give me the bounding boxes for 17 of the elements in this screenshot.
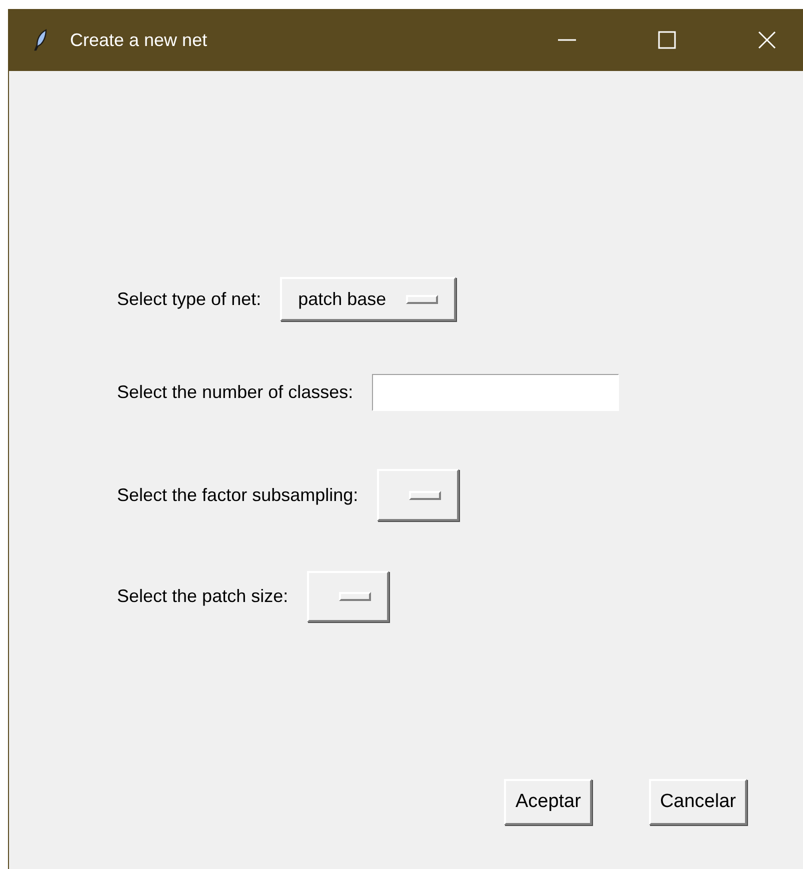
- field-label: Select the number of classes:: [117, 382, 354, 403]
- option-menu[interactable]: [307, 571, 390, 622]
- option-menu[interactable]: patch base: [280, 277, 456, 321]
- maximize-icon[interactable]: [658, 31, 676, 49]
- field-label: Select the factor subsampling:: [117, 484, 358, 506]
- close-icon[interactable]: [758, 31, 776, 49]
- field-label: Select type of net:: [117, 288, 262, 310]
- option-menu[interactable]: [377, 469, 460, 521]
- indicator-icon: [409, 490, 442, 500]
- field-label: Select the patch size:: [117, 586, 288, 607]
- dialog-button[interactable]: Aceptar: [504, 779, 592, 825]
- indicator-icon: [406, 294, 438, 304]
- dialog-button[interactable]: Cancelar: [648, 779, 747, 825]
- window-title: Create a new net: [70, 30, 208, 50]
- indicator-icon: [339, 592, 372, 601]
- input-field[interactable]: [372, 374, 620, 411]
- feather-icon: [34, 29, 48, 51]
